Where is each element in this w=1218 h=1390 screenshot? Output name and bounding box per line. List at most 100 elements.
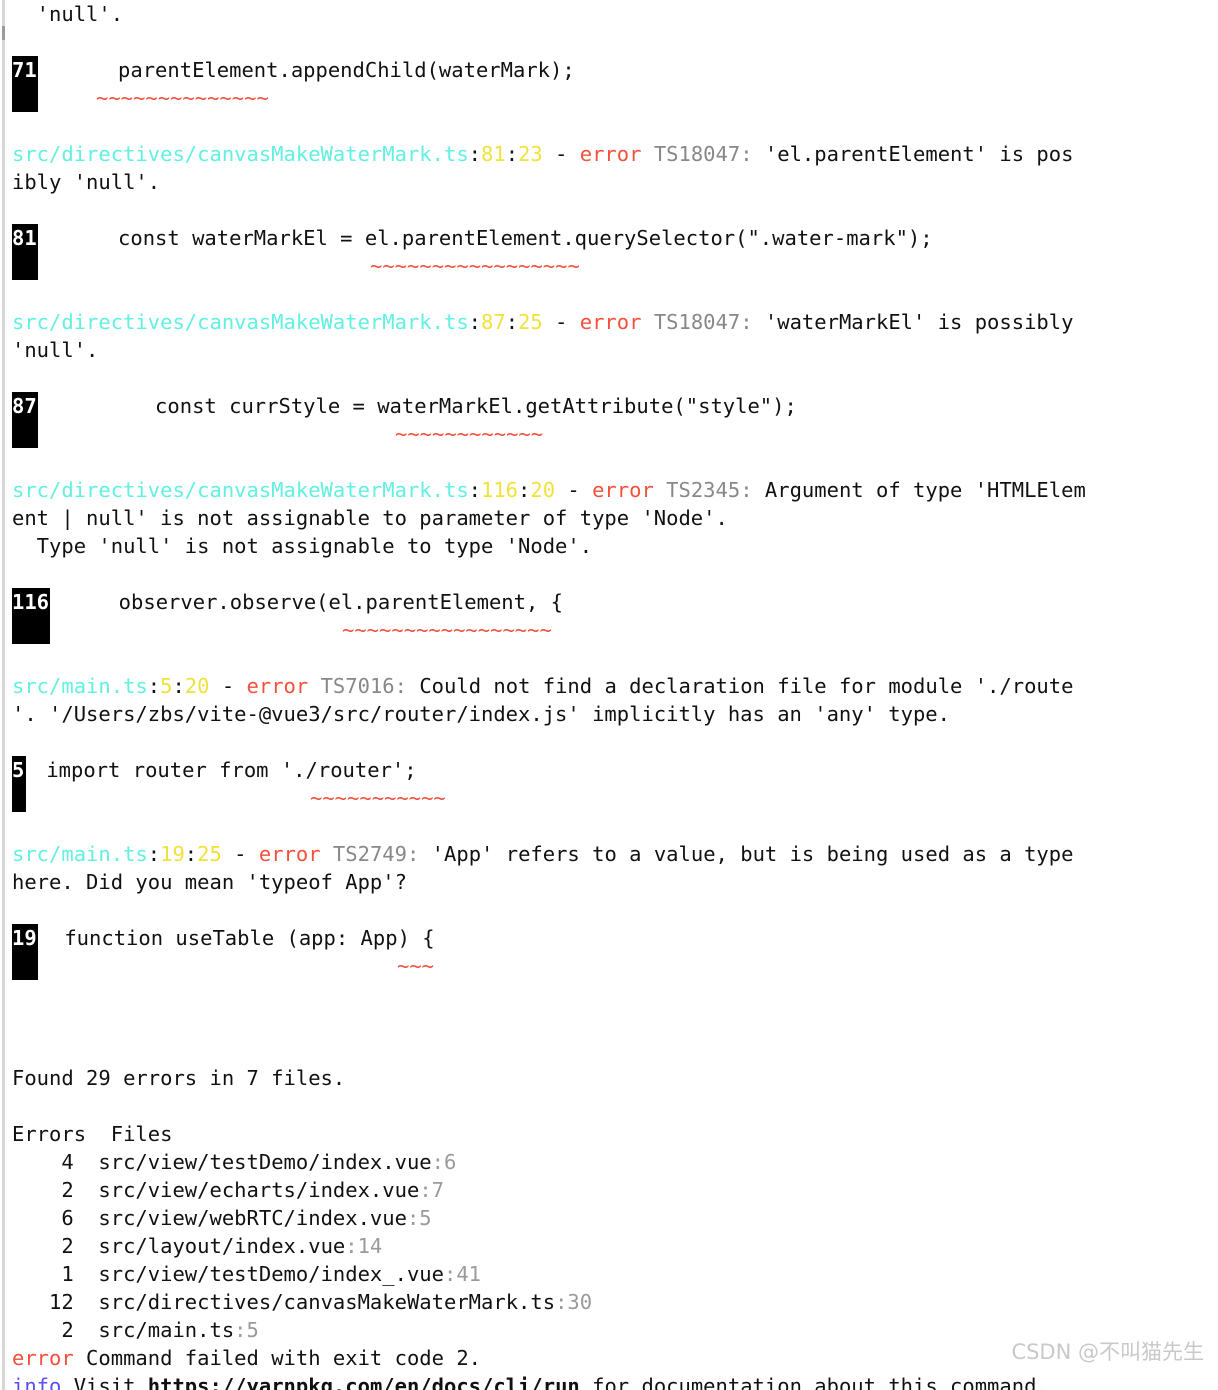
summary-col-files: Files <box>110 1122 173 1146</box>
info-keyword: info <box>12 1374 62 1390</box>
diagnostic-message-wrap-81: ibly 'null'. <box>12 170 161 194</box>
file-path-link[interactable]: src/directives/canvasMakeWaterMark.ts <box>12 478 469 502</box>
ts-error-code: TS18047: <box>653 142 753 166</box>
error-message: 'waterMarkEl' is possibly <box>752 310 1074 334</box>
error-keyword: error <box>579 142 642 166</box>
diagnostic-message-wrap-116: ent | null' is not assignable to paramet… <box>12 506 728 530</box>
error-count: 4 <box>12 1150 74 1174</box>
code-source-line: function useTable (app: App) { <box>52 926 435 950</box>
error-line-number: 87 <box>481 310 506 334</box>
summary-row: 2 src/view/echarts/index.vue:7 <box>12 1176 1218 1204</box>
file-line-number: :5 <box>234 1318 259 1342</box>
vertical-scrollbar-thumb[interactable] <box>2 26 5 40</box>
colon-separator: : <box>147 674 161 698</box>
file-path-link[interactable]: src/directives/canvasMakeWaterMark.ts <box>12 310 469 334</box>
summary-col-errors: Errors <box>12 1122 87 1146</box>
line-number-badge: 19 <box>12 924 38 980</box>
file-name[interactable]: src/directives/canvasMakeWaterMark.ts <box>98 1290 555 1314</box>
error-column-number: 25 <box>518 310 543 334</box>
diagnostic-message-wrap-main-19: here. Did you mean 'typeof App'? <box>12 870 407 894</box>
ts-error-code: TS2345: <box>666 478 753 502</box>
code-frame-71: 71 parentElement.appendChild(waterMark);… <box>12 56 1218 112</box>
diagnostic-header-main-5: src/main.ts:5:20 - error TS7016: Could n… <box>12 672 1218 700</box>
dash-separator: - <box>221 842 259 866</box>
colon-separator: : <box>147 842 161 866</box>
terminal-window: 'null'. 71 parentElement.appendChild(wat… <box>0 0 1218 1390</box>
colon-separator: : <box>172 674 185 698</box>
line-number-badge: 5 <box>12 756 26 812</box>
file-path-link[interactable]: src/main.ts <box>12 842 148 866</box>
code-source-line: import router from './router'; <box>34 758 417 782</box>
code-source-line: const waterMarkEl = el.parentElement.que… <box>81 226 933 250</box>
error-count: 2 <box>12 1178 74 1202</box>
colon-separator: : <box>468 142 481 166</box>
error-keyword: error <box>592 478 654 502</box>
ts-error-code: TS2749: <box>332 842 420 866</box>
summary-row: 2 src/main.ts:5 <box>12 1316 1218 1344</box>
file-line-number: :14 <box>345 1234 383 1258</box>
code-frame-main-19: 19 function useTable (app: App) { ~~~ <box>12 924 1218 980</box>
file-line-number: :41 <box>443 1262 482 1286</box>
error-squiggle: ~~~~~~~~~~~~~~~~~ <box>370 254 580 278</box>
error-message: 'App' refers to a value, but is being us… <box>419 842 1074 866</box>
summary-row: 12 src/directives/canvasMakeWaterMark.ts… <box>12 1288 1218 1316</box>
ts-error-code: TS7016: <box>320 674 407 698</box>
line-number-badge: 87 <box>12 392 38 448</box>
file-path-link[interactable]: src/main.ts <box>12 674 148 698</box>
file-name[interactable]: src/view/echarts/index.vue <box>98 1178 419 1202</box>
code-source-line: const currStyle = waterMarkEl.getAttribu… <box>81 394 797 418</box>
file-path-link[interactable]: src/directives/canvasMakeWaterMark.ts <box>12 142 469 166</box>
error-keyword: error <box>246 674 309 698</box>
file-name[interactable]: src/view/webRTC/index.vue <box>98 1206 407 1230</box>
error-message: 'el.parentElement' is pos <box>752 142 1074 166</box>
colon-separator: : <box>518 478 531 502</box>
file-line-number: :6 <box>431 1150 457 1174</box>
vertical-scrollbar-track[interactable] <box>2 0 5 1390</box>
colon-separator: : <box>468 478 481 502</box>
code-source-line: parentElement.appendChild(waterMark); <box>81 58 575 82</box>
code-frame-116: 116 observer.observe(el.parentElement, {… <box>12 588 1218 644</box>
error-squiggle: ~~~~~~~~~~~~~~~~~ <box>342 618 552 642</box>
command-failed-line: error Command failed with exit code 2. <box>12 1344 1218 1372</box>
dash-separator: - <box>555 478 593 502</box>
line-number-badge: 116 <box>12 588 50 644</box>
line-number-badge: 81 <box>12 224 38 280</box>
error-squiggle: ~~~ <box>397 954 435 978</box>
diagnostic-header-87: src/directives/canvasMakeWaterMark.ts:87… <box>12 308 1218 336</box>
file-name[interactable]: src/main.ts <box>98 1318 234 1342</box>
info-prefix: Visit <box>61 1374 148 1390</box>
error-message: Argument of type 'HTMLElem <box>752 478 1086 502</box>
error-line-number: 116 <box>481 478 519 502</box>
file-name[interactable]: src/layout/index.vue <box>98 1234 345 1258</box>
error-squiggle: ~~~~~~~~~~~~~~ <box>96 86 269 110</box>
error-column-number: 23 <box>518 142 543 166</box>
wrapped-message-fragment: 'null'. <box>12 2 124 26</box>
diagnostic-header-116: src/directives/canvasMakeWaterMark.ts:11… <box>12 476 1218 504</box>
error-count: 2 <box>12 1234 74 1258</box>
errors-found-summary: Found 29 errors in 7 files. <box>12 1066 346 1090</box>
terminal-output: 'null'. 71 parentElement.appendChild(wat… <box>12 0 1218 1390</box>
info-suffix: for documentation about this command. <box>579 1374 1049 1390</box>
diagnostic-message-wrap-87: 'null'. <box>12 338 99 362</box>
error-column-number: 20 <box>184 674 210 698</box>
error-line-number: 19 <box>160 842 185 866</box>
file-name[interactable]: src/view/testDemo/index.vue <box>98 1150 431 1174</box>
file-name[interactable]: src/view/testDemo/index_.vue <box>98 1262 444 1286</box>
code-frame-main-5: 5 import router from './router'; ~~~~~~~… <box>12 756 1218 812</box>
yarn-docs-url[interactable]: https://yarnpkg.com/en/docs/cli/run <box>148 1374 580 1390</box>
